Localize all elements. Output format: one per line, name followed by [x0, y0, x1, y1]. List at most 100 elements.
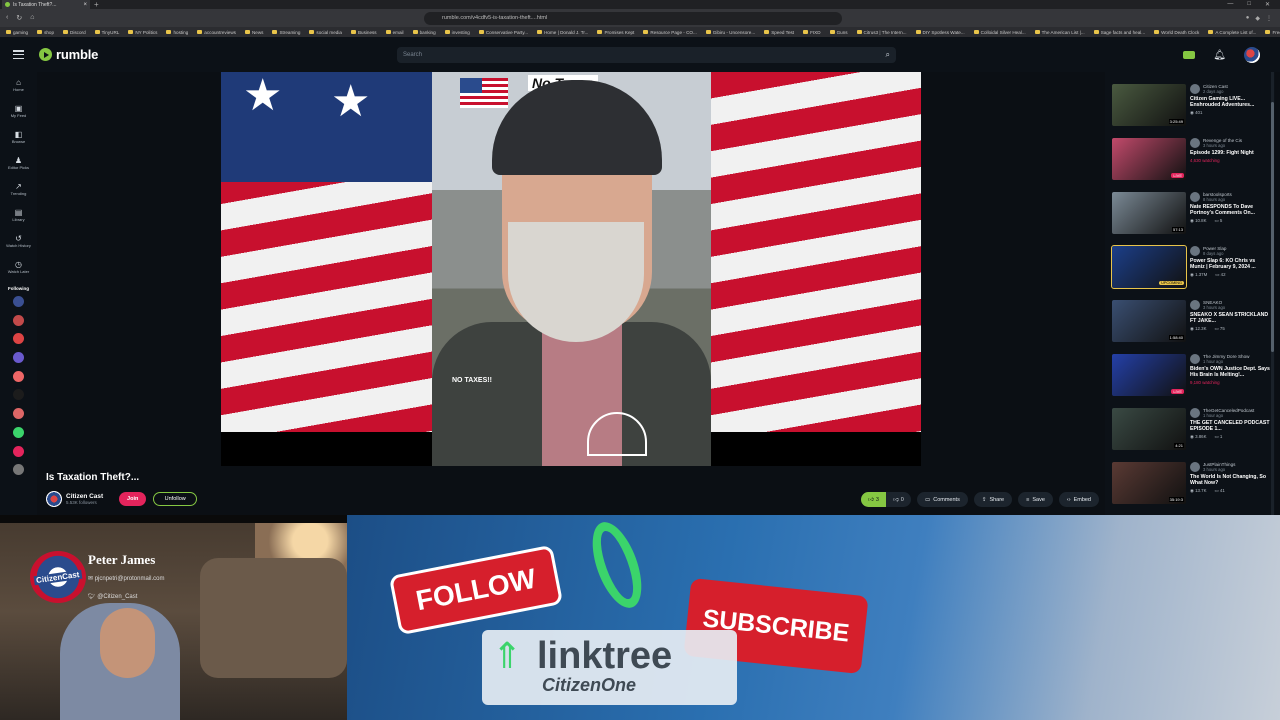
video-thumbnail[interactable]: 3:25:49: [1112, 84, 1186, 126]
bookmark-item[interactable]: Colloidal Silver Heal...: [973, 30, 1026, 35]
extension-icon[interactable]: ●: [1246, 15, 1250, 22]
bookmark-item[interactable]: A Complete List of...: [1208, 30, 1256, 35]
sidebar-item-browse[interactable]: ◧ Browse: [0, 124, 37, 150]
notifications-bell-icon[interactable]: 🔔︎: [1213, 50, 1226, 61]
close-window-icon[interactable]: ✕: [1265, 1, 1270, 8]
bookmark-item[interactable]: Discord: [63, 30, 86, 35]
video-title[interactable]: Power Slap 6: KO Chris vs Muniz | Februa…: [1190, 258, 1270, 270]
channel-name[interactable]: Citizen Cast: [66, 493, 103, 500]
video-title[interactable]: SNEAKO X SEAN STRICKLAND FT JAKE...: [1190, 312, 1270, 324]
followed-channel-avatar[interactable]: [13, 426, 24, 438]
related-video-card[interactable]: 4:21 TheGetCanceledPodcast 1 hour ago THE G…: [1112, 408, 1272, 452]
bookmark-item[interactable]: accountreviews: [197, 30, 236, 35]
video-thumbnail[interactable]: LIVE: [1112, 138, 1186, 180]
bookmark-item[interactable]: The American List |...: [1034, 30, 1085, 35]
bookmark-item[interactable]: Business: [350, 30, 377, 35]
bookmark-item[interactable]: Sage facts and heal...: [1093, 30, 1145, 35]
bookmark-item[interactable]: DIY Spotless Wate...: [915, 30, 965, 35]
channel-avatar[interactable]: [1190, 84, 1200, 94]
embed-button[interactable]: ‹› Embed: [1058, 492, 1099, 507]
bookmark-item[interactable]: World Death Clock: [1154, 30, 1199, 35]
save-button[interactable]: ≡ Save: [1018, 492, 1053, 507]
bookmark-item[interactable]: Home | Donald J. Tr...: [537, 30, 588, 35]
related-video-card[interactable]: 57:13 barstoolsports 8 hours ago Nate RESPO…: [1112, 192, 1272, 236]
bookmark-item[interactable]: NY Politics: [128, 30, 157, 35]
followed-channel-avatar[interactable]: [13, 333, 24, 345]
share-button[interactable]: ⇪ Share: [973, 492, 1013, 507]
bookmark-item[interactable]: social media: [309, 30, 342, 35]
reload-icon[interactable]: ↻: [16, 14, 22, 22]
downvote-button[interactable]: 👎︎ 0: [886, 497, 911, 503]
followed-channel-avatar[interactable]: [13, 314, 24, 326]
bookmark-item[interactable]: Conservative Party...: [478, 30, 528, 35]
hamburger-menu-icon[interactable]: [13, 50, 24, 59]
related-video-card[interactable]: LIVE Revenge of the Cis 3 hours ago Episode…: [1112, 138, 1272, 182]
home-nav-icon[interactable]: ⌂: [30, 14, 34, 22]
bookmark-item[interactable]: hosting: [166, 30, 188, 35]
video-title[interactable]: Citizen Gaming LIVE... Enshrouded Advent…: [1190, 96, 1270, 108]
close-tab-icon[interactable]: ×: [83, 2, 87, 8]
search-icon[interactable]: ⌕: [886, 50, 890, 60]
followed-channel-avatar[interactable]: [13, 370, 24, 382]
sidebar-item-watch-history[interactable]: ↺ Watch History: [0, 228, 37, 254]
video-thumbnail[interactable]: UPCOMING: [1111, 245, 1187, 289]
bookmark-item[interactable]: investing: [444, 30, 470, 35]
followed-channel-avatar[interactable]: [13, 408, 24, 420]
sidebar-item-library[interactable]: ▤ Library: [0, 202, 37, 228]
sidebar-item-home[interactable]: ⌂ Home: [0, 72, 37, 98]
search-input[interactable]: Search ⌕: [397, 47, 896, 63]
video-player[interactable]: ★ ★ No Taxes NO TAXES!!: [221, 72, 921, 466]
video-thumbnail[interactable]: 35:19:3: [1112, 462, 1186, 504]
comments-button[interactable]: ▭ Comments: [917, 492, 968, 507]
bookmark-item[interactable]: News: [244, 30, 263, 35]
sidebar-item-editor-picks[interactable]: ♟ Editor Picks: [0, 150, 37, 176]
url-field[interactable]: rumble.com/v4cdfv5-is-taxation-theft....…: [424, 11, 842, 25]
unfollow-button[interactable]: Unfollow: [153, 492, 198, 506]
followed-channel-avatar[interactable]: [13, 352, 24, 364]
video-title[interactable]: The World Is Not Changing, So What Now?: [1190, 474, 1270, 486]
bookmark-item[interactable]: Streaming: [272, 30, 300, 35]
followed-channel-avatar[interactable]: [13, 445, 24, 457]
related-video-card[interactable]: UPCOMING Power Slap 8 days ago Power Slap 6…: [1111, 245, 1272, 290]
video-title[interactable]: THE GET CANCELED PODCAST EPISODE 1...: [1190, 420, 1270, 432]
followed-channel-avatar[interactable]: [13, 389, 24, 401]
back-icon[interactable]: ‹: [6, 14, 8, 22]
channel-avatar[interactable]: [1190, 354, 1200, 364]
bookmark-item[interactable]: TinyURL: [94, 30, 119, 35]
sidebar-item-trending[interactable]: ↗ Trending: [0, 176, 37, 202]
minimize-icon[interactable]: —: [1227, 1, 1233, 8]
channel-avatar[interactable]: [1190, 408, 1200, 418]
bookmark-item[interactable]: Gibiru - Uncensore...: [705, 30, 755, 35]
sidebar-item-watch-later[interactable]: ◷ Watch Later: [0, 254, 37, 280]
followed-channel-avatar[interactable]: [13, 296, 24, 307]
go-live-icon[interactable]: [1183, 51, 1196, 59]
video-title[interactable]: Episode 1299: Fight Night: [1190, 150, 1270, 156]
video-title[interactable]: Biden's OWN Justice Dept. Says His Brain…: [1190, 366, 1270, 378]
channel-avatar[interactable]: [1190, 300, 1200, 310]
user-avatar[interactable]: [1244, 47, 1260, 63]
vpn-icon[interactable]: ◆: [1255, 15, 1260, 22]
new-tab-button[interactable]: +: [94, 0, 99, 9]
related-video-card[interactable]: LIVE The Jimmy Dore Show 1 hour ago Biden's…: [1112, 354, 1272, 398]
bookmark-item[interactable]: Free Sound Effects &...: [1265, 30, 1280, 35]
video-thumbnail[interactable]: 57:13: [1112, 192, 1186, 234]
channel-avatar[interactable]: [46, 491, 62, 507]
bookmark-item[interactable]: email: [385, 30, 404, 35]
bookmark-item[interactable]: gaming: [6, 30, 28, 35]
video-thumbnail[interactable]: 1:58:40: [1112, 300, 1186, 342]
bookmark-item[interactable]: Guns: [829, 30, 848, 35]
upvote-button[interactable]: 👍︎ 3: [861, 492, 887, 507]
followed-channel-avatar[interactable]: [13, 464, 24, 476]
bookmark-item[interactable]: Resource Page - CO...: [643, 30, 697, 35]
bookmark-item[interactable]: Promises Kept: [597, 30, 634, 35]
sidebar-item-my-feed[interactable]: ▣ My Feed: [0, 98, 37, 124]
related-video-card[interactable]: 1:58:40 SNEAKO 3 hours ago SNEAKO X SEAN ST…: [1112, 300, 1272, 344]
browser-tab[interactable]: Is Taxation Theft?... ×: [2, 0, 90, 9]
channel-avatar[interactable]: [1190, 138, 1200, 148]
video-thumbnail[interactable]: LIVE: [1112, 354, 1186, 396]
bookmark-item[interactable]: FIXD: [803, 30, 821, 35]
channel-avatar[interactable]: [1190, 192, 1200, 202]
related-video-card[interactable]: 35:19:3 JustPlainThings 3 hours ago The Wor…: [1112, 462, 1272, 506]
maximize-icon[interactable]: □: [1247, 1, 1251, 8]
bookmark-item[interactable]: banking: [412, 30, 436, 35]
